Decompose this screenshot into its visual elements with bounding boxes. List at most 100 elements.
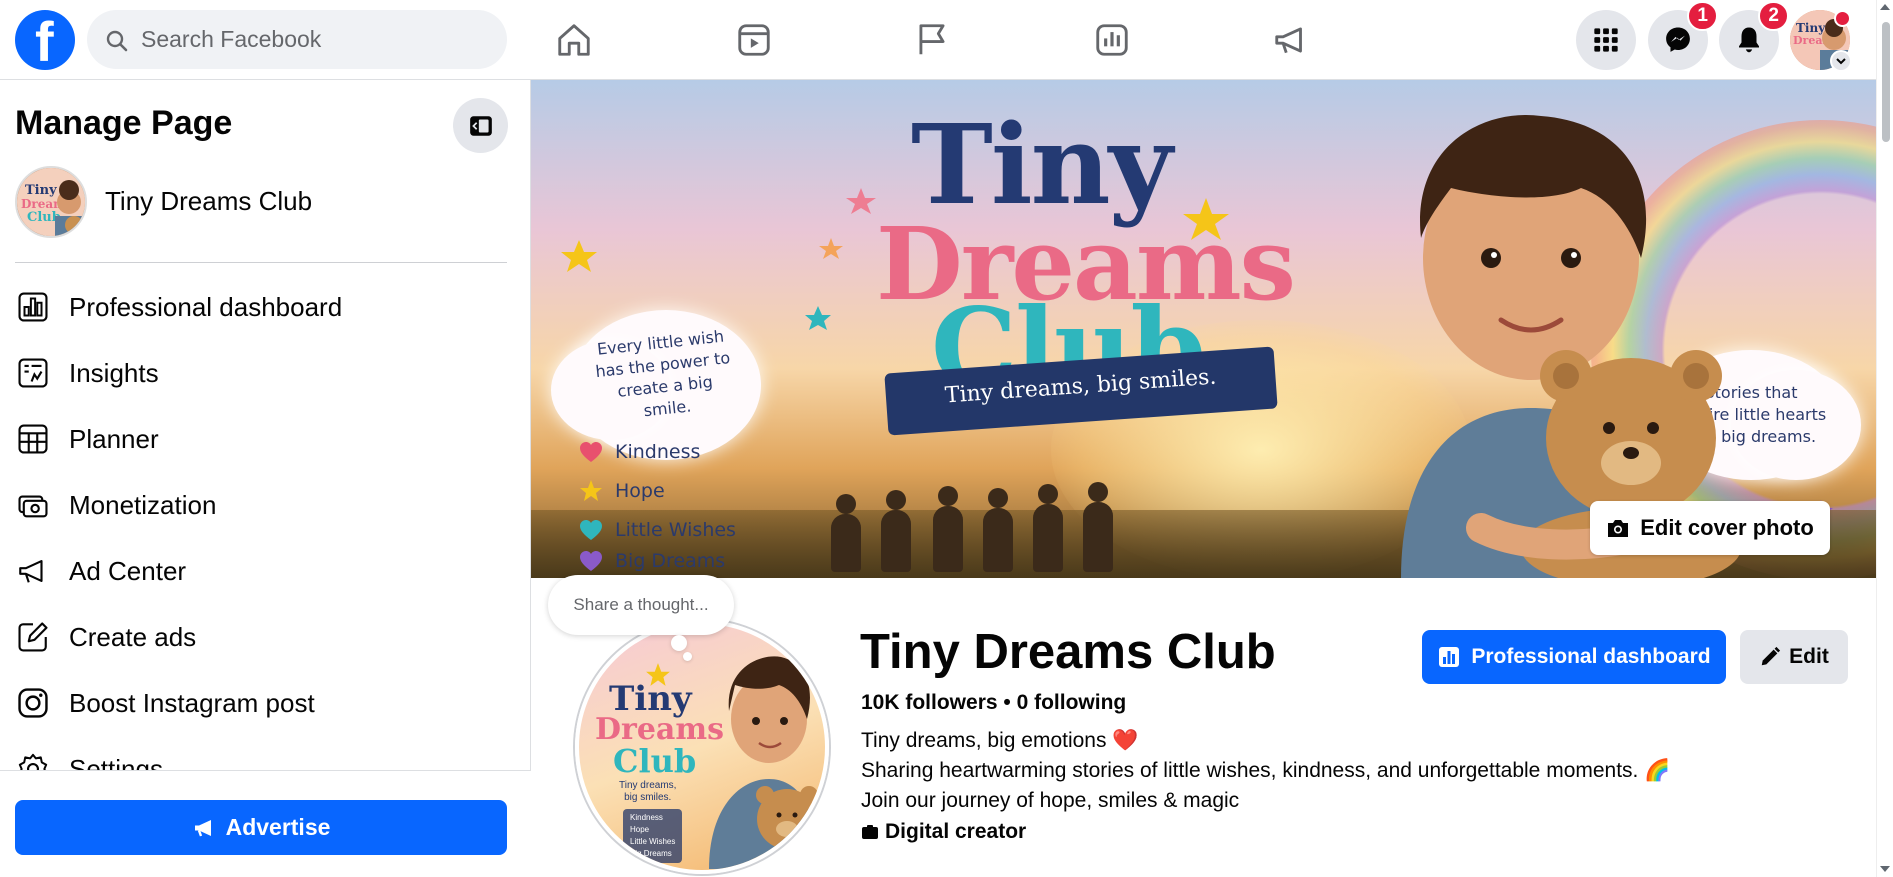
follow-stats: 10K followers • 0 following <box>861 691 1126 715</box>
home-icon[interactable] <box>550 16 598 64</box>
manage-page-sidebar: Manage Page Tiny Dreams Club Tiny Dreams C… <box>0 80 531 877</box>
sidebar-item-label: Professional dashboard <box>69 291 343 322</box>
value-label: Kindness <box>615 440 701 463</box>
profile-bio: Tiny dreams, big emotions ❤️ Sharing hea… <box>861 726 1670 816</box>
heart-icon <box>580 551 602 571</box>
scroll-up-arrow[interactable] <box>1880 4 1890 10</box>
bio-line: Sharing heartwarming stories of little w… <box>861 759 1671 782</box>
thought-bubble-dot <box>671 635 687 651</box>
search-box[interactable] <box>87 10 507 69</box>
profile-picture-values: Kindness Hope Little Wishes Big Dreams <box>623 809 683 863</box>
advertise-button[interactable]: Advertise <box>15 800 507 855</box>
child-silhouette <box>831 494 861 572</box>
scrollbar-thumb[interactable] <box>1882 22 1890 142</box>
chevron-down-icon[interactable] <box>1830 50 1852 72</box>
sidebar-item-label: Monetization <box>69 489 217 520</box>
advertise-label: Advertise <box>225 814 331 840</box>
thought-bubble-dot <box>683 652 692 661</box>
instagram-icon <box>15 685 51 721</box>
menu-button[interactable] <box>1576 10 1636 70</box>
edit-page-button[interactable]: Edit <box>1740 630 1848 684</box>
megaphone-icon <box>194 819 211 836</box>
sidebar-toggle-icon <box>469 115 492 136</box>
sidebar-item-create-ads[interactable]: Create ads <box>0 604 531 670</box>
notifications-button[interactable]: 2 <box>1719 1 1789 70</box>
search-input[interactable] <box>141 10 481 69</box>
top-navigation-bar: f 1 2 TinyDreams <box>0 0 1893 80</box>
sidebar-item-planner[interactable]: Planner <box>0 406 531 472</box>
svg-text:Tiny: Tiny <box>25 183 57 198</box>
facebook-logo-icon[interactable]: f <box>15 10 75 73</box>
sidebar-item-monetization[interactable]: Monetization <box>0 472 531 538</box>
profile-picture-value: Hope <box>630 825 650 834</box>
profile-picture-line3: Club <box>613 742 697 780</box>
child-silhouette <box>1033 484 1063 572</box>
messenger-button[interactable]: 1 <box>1648 1 1718 70</box>
star-icon <box>580 479 602 501</box>
messenger-badge: 1 <box>1687 1 1718 31</box>
megaphone-icon[interactable] <box>1267 16 1315 64</box>
value-item: Big Dreams <box>579 549 736 573</box>
professional-dashboard-button[interactable]: Professional dashboard <box>1422 630 1726 684</box>
profile-picture-value: Little Wishes <box>630 837 676 846</box>
stats-separator: • <box>1003 691 1017 714</box>
svg-text:Tiny: Tiny <box>1796 21 1826 35</box>
sidebar-item-boost-instagram-post[interactable]: Boost Instagram post <box>0 670 531 736</box>
edit-label: Edit <box>1789 645 1829 668</box>
dashboard-icon[interactable] <box>1088 16 1136 64</box>
bio-line: Tiny dreams, big emotions ❤️ <box>861 729 1139 752</box>
child-silhouette <box>983 488 1013 572</box>
profile-picture-value: Kindness <box>630 813 663 822</box>
camera-icon <box>1608 520 1629 537</box>
logo-letter: f <box>35 10 54 73</box>
messenger-icon <box>1666 27 1690 52</box>
value-item: Hope <box>579 471 736 510</box>
sidebar-item-ad-center[interactable]: Ad Center <box>0 538 531 604</box>
bio-line: Join our journey of hope, smiles & magic <box>861 789 1240 812</box>
search-icon <box>106 30 128 52</box>
edit-cover-photo-button[interactable]: Edit cover photo <box>1590 501 1830 555</box>
grid-menu-icon <box>1594 28 1618 52</box>
profile-boy-illustration <box>709 656 819 869</box>
following-count[interactable]: 0 following <box>1017 691 1127 714</box>
page-switcher[interactable]: Tiny Dreams Club Tiny Dreams Club <box>15 166 505 238</box>
account-notification-dot <box>1834 10 1851 27</box>
category-label: Digital creator <box>885 820 1027 843</box>
sidebar-item-label: Planner <box>69 423 159 454</box>
page-avatar: Tiny Dreams Club <box>15 166 87 238</box>
chart-icon <box>15 289 51 325</box>
calendar-icon <box>15 421 51 457</box>
sidebar-item-label: Create ads <box>69 621 197 652</box>
followers-count[interactable]: 10K followers <box>861 691 998 714</box>
sidebar-item-label: Ad Center <box>69 555 187 586</box>
child-silhouette <box>1083 482 1113 572</box>
cover-values-list: Kindness Hope Little Wishes Big Dreams <box>579 432 736 573</box>
profile-picture[interactable]: Tiny Dreams Club Tiny dreams, big smiles… <box>575 620 829 874</box>
value-label: Big Dreams <box>615 550 726 572</box>
flag-icon[interactable] <box>908 16 956 64</box>
value-item: Kindness <box>579 432 736 471</box>
share-thought-bubble[interactable]: Share a thought... <box>548 575 734 635</box>
share-thought-placeholder: Share a thought... <box>573 595 709 614</box>
profile-picture-value: Big Dreams <box>630 849 672 858</box>
pencil-square-icon <box>15 619 51 655</box>
value-label: Little Wishes <box>615 518 736 541</box>
insights-icon <box>15 355 51 391</box>
sidebar-item-insights[interactable]: Insights <box>0 340 531 406</box>
scroll-down-arrow[interactable] <box>1880 866 1890 872</box>
profile-picture-tagline: Tiny dreams, big smiles. <box>619 780 677 803</box>
sidebar-title: Manage Page <box>15 104 233 142</box>
collapse-sidebar-button[interactable] <box>453 98 508 153</box>
notifications-badge: 2 <box>1758 1 1789 31</box>
sidebar-divider <box>15 262 507 263</box>
sidebar-item-professional-dashboard[interactable]: Professional dashboard <box>0 274 531 340</box>
value-item: Little Wishes <box>579 510 736 549</box>
money-icon <box>15 487 51 523</box>
reels-icon[interactable] <box>730 16 778 64</box>
cover-photo: Every little wish has the power to creat… <box>531 80 1876 578</box>
heart-icon <box>580 441 602 462</box>
profile-category: Digital creator <box>861 820 1026 844</box>
dashboard-icon <box>1439 647 1460 667</box>
child-silhouette <box>933 486 963 572</box>
megaphone-icon <box>15 553 51 589</box>
